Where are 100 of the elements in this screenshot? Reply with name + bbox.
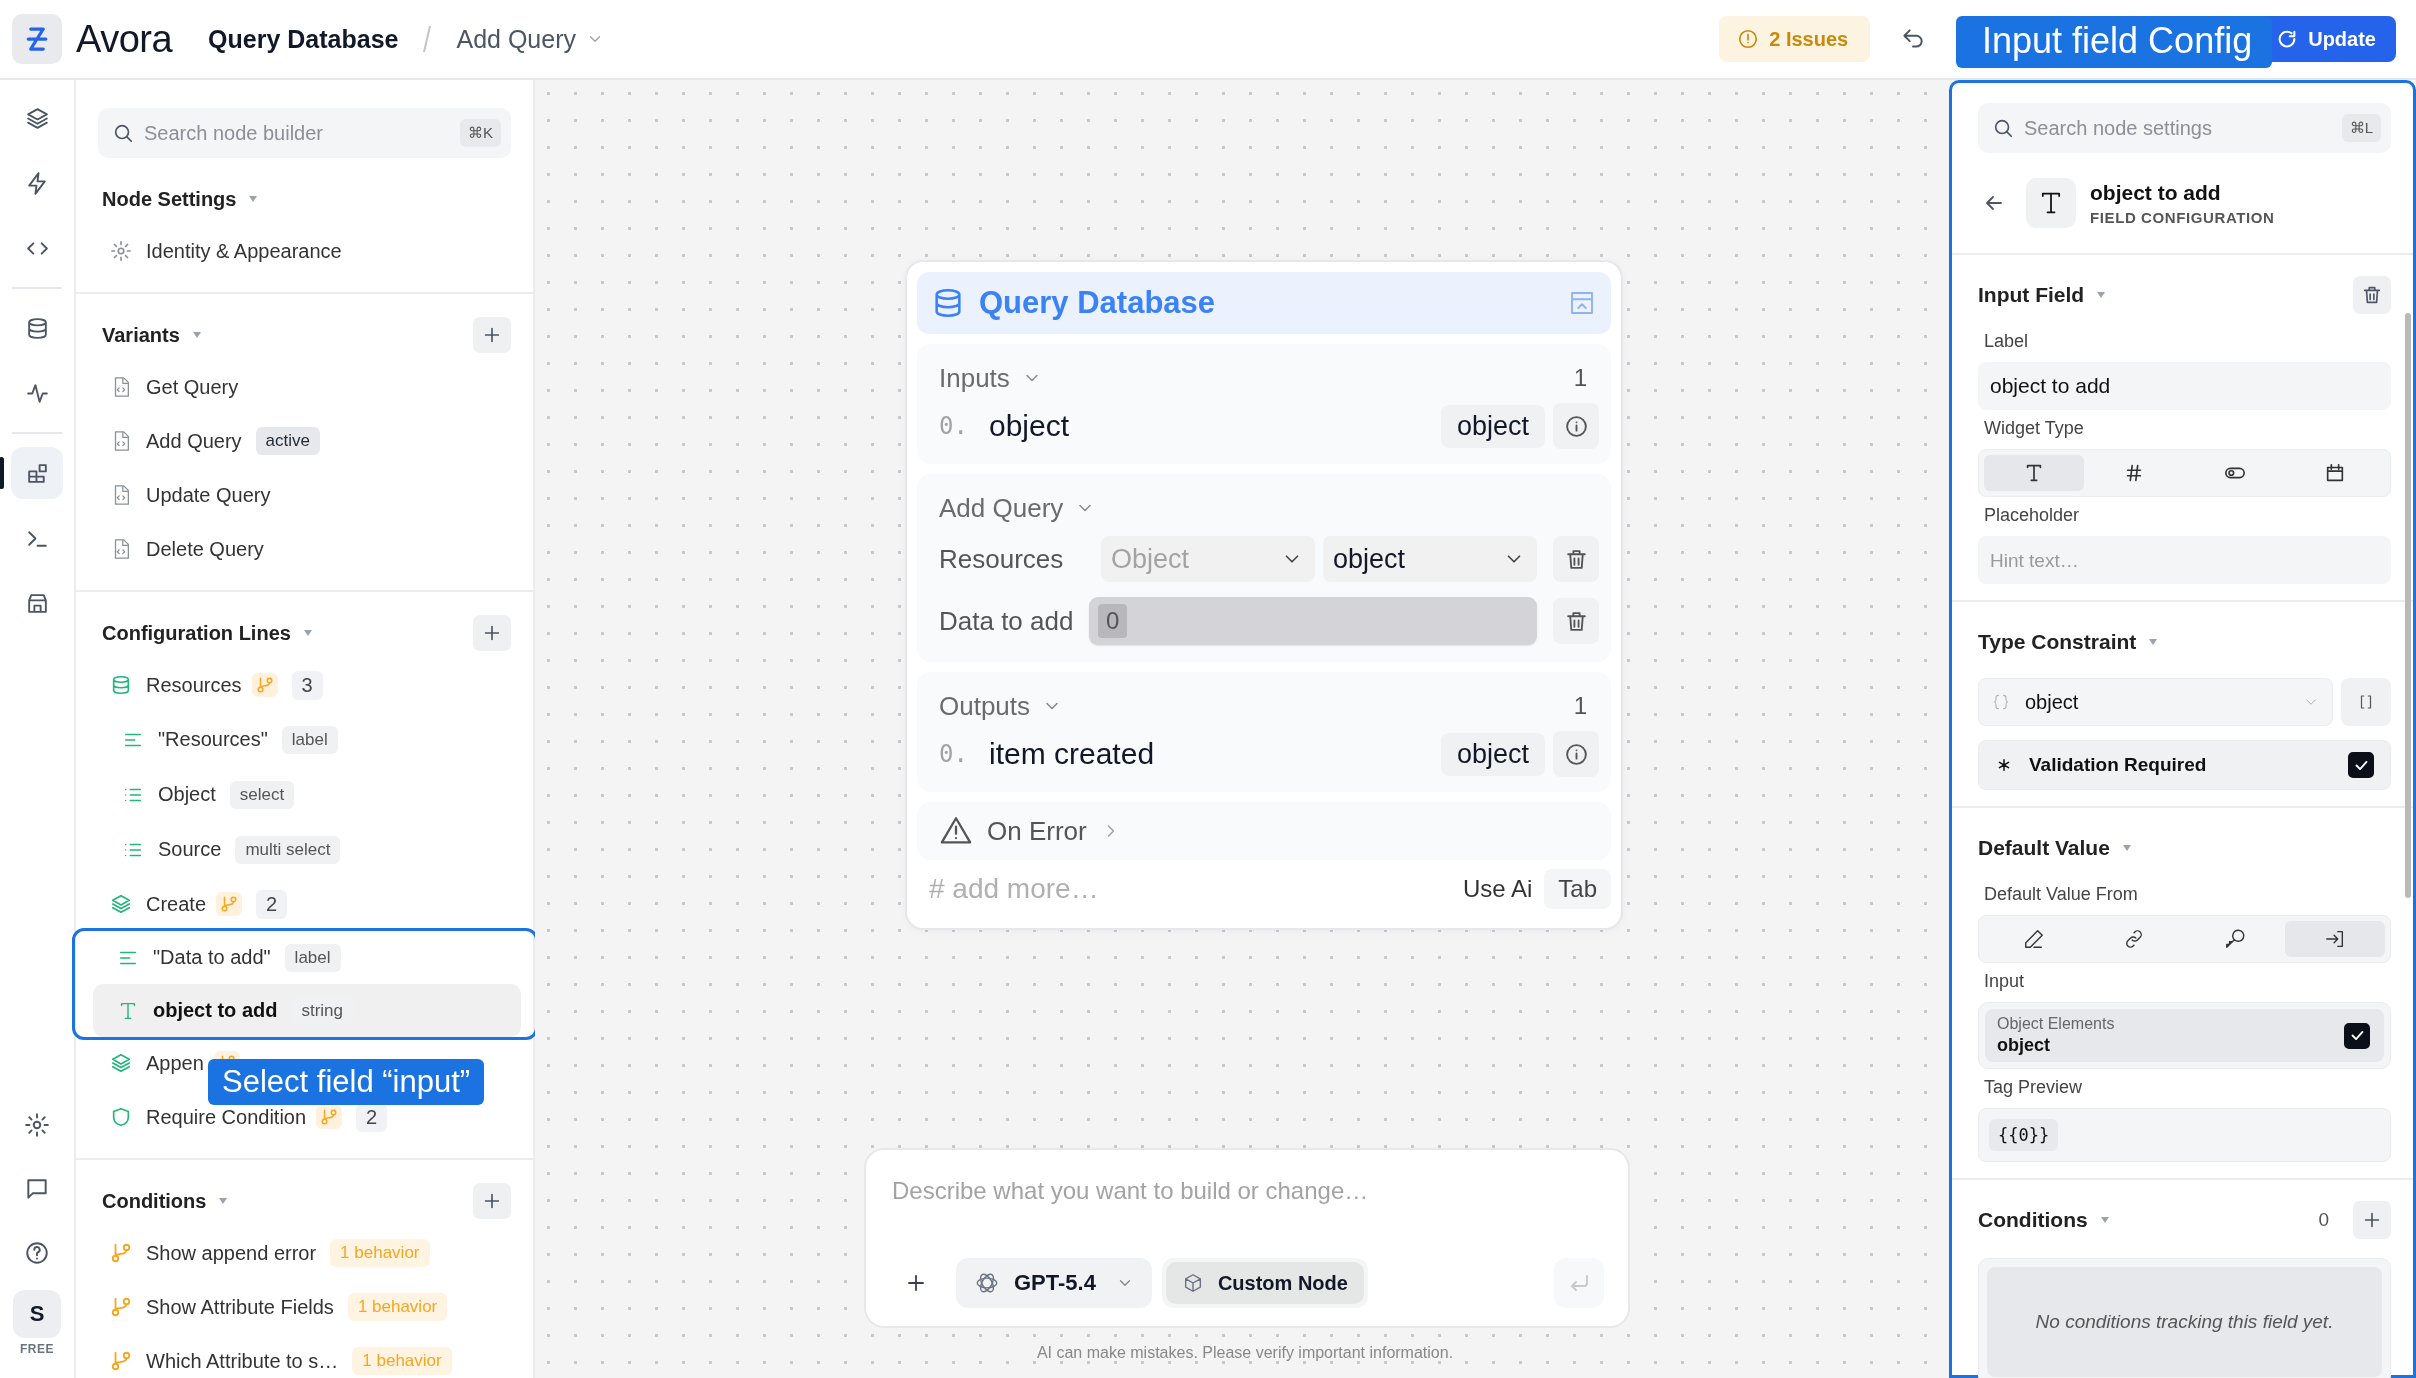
field-item[interactable]: "Data to add" bbox=[153, 946, 271, 969]
behavior-tag: 1 behavior bbox=[330, 1239, 430, 1267]
option-label: Validation Required bbox=[2029, 754, 2207, 776]
plan-label: FREE bbox=[20, 1342, 54, 1356]
settings-icon[interactable] bbox=[24, 1112, 50, 1138]
section-title[interactable]: Conditions bbox=[102, 1189, 207, 1213]
avatar[interactable]: S bbox=[13, 1290, 61, 1338]
delete-button[interactable] bbox=[2353, 276, 2391, 314]
status-tag: active bbox=[255, 427, 321, 455]
callout-tooltip: Select field “input” bbox=[208, 1059, 485, 1105]
selected-row[interactable]: object to add string bbox=[93, 984, 521, 1037]
sidebar-item[interactable]: Identity & Appearance bbox=[146, 239, 342, 263]
tag-input[interactable]: 0 bbox=[1089, 597, 1537, 645]
caret-icon[interactable] bbox=[302, 629, 313, 637]
info-icon bbox=[1563, 413, 1589, 439]
caret-icon[interactable] bbox=[2148, 638, 2159, 646]
variant-item[interactable]: Get Query bbox=[146, 375, 239, 399]
field-label: Data to add bbox=[939, 605, 1075, 637]
caret-icon[interactable] bbox=[2099, 1216, 2110, 1224]
caret-icon[interactable] bbox=[218, 1197, 229, 1205]
section-title[interactable]: Variants bbox=[102, 323, 180, 347]
info-button[interactable] bbox=[1553, 403, 1599, 449]
shortcut-key: ⌘K bbox=[460, 119, 501, 147]
prompt-field[interactable]: Describe what you want to build or change… bbox=[890, 1176, 1608, 1206]
add-more-field[interactable]: # add more… bbox=[927, 872, 1451, 906]
section-title[interactable]: Outputs bbox=[939, 690, 1031, 722]
key-hint: Tab bbox=[1544, 869, 1611, 909]
input-option[interactable]: Object Elements object bbox=[1985, 1009, 2384, 1062]
arrow-in-icon bbox=[2323, 928, 2346, 950]
add-button[interactable] bbox=[473, 317, 511, 353]
code-tag: {{0}} bbox=[1989, 1119, 2059, 1151]
section-title[interactable]: Input Field bbox=[1978, 283, 2085, 307]
behavior-tag: 1 behavior bbox=[347, 1293, 448, 1321]
callout-tooltip: Input field Config bbox=[1956, 16, 2273, 68]
caret-icon[interactable] bbox=[2096, 291, 2107, 299]
checkbox[interactable] bbox=[2348, 752, 2374, 778]
panel-title: object to add bbox=[2090, 180, 2222, 205]
type-tag: label bbox=[281, 725, 338, 754]
field-label: Default Value From bbox=[1984, 884, 2139, 905]
type-tag: multi select bbox=[235, 835, 341, 864]
model-dropdown[interactable]: GPT-5.4 bbox=[956, 1258, 1152, 1308]
section-title[interactable]: Node Settings bbox=[102, 187, 237, 211]
search-icon bbox=[112, 122, 134, 144]
checkbox[interactable] bbox=[2344, 1022, 2370, 1049]
caret-icon[interactable] bbox=[191, 331, 202, 339]
variant-item[interactable]: Delete Query bbox=[146, 537, 264, 561]
node-title: Query Database bbox=[979, 285, 1216, 321]
section-title[interactable]: Add Query bbox=[939, 492, 1064, 524]
field-item[interactable]: object to add bbox=[153, 999, 278, 1022]
field-item[interactable]: Source bbox=[158, 838, 222, 861]
port-index: 0. bbox=[939, 412, 969, 440]
config-group[interactable]: Appen bbox=[146, 1051, 204, 1075]
label-field[interactable]: object to add bbox=[1978, 362, 2391, 410]
select-field[interactable]: object bbox=[1323, 536, 1537, 582]
section-title[interactable]: Type Constraint bbox=[1978, 630, 2137, 654]
trash-icon bbox=[2361, 284, 2383, 306]
variant-item[interactable]: Add Query bbox=[146, 429, 242, 453]
help-icon[interactable] bbox=[24, 1240, 50, 1266]
info-icon bbox=[1563, 741, 1589, 767]
field-item[interactable]: Object bbox=[158, 783, 216, 806]
mode-button[interactable]: Custom Node bbox=[1165, 1262, 1364, 1304]
section-title[interactable]: Conditions bbox=[1978, 1208, 2088, 1232]
field-label: Placeholder bbox=[1984, 505, 2081, 526]
field-label: Tag Preview bbox=[1984, 1077, 2084, 1098]
condition-item[interactable]: Show append error bbox=[146, 1241, 317, 1265]
config-group[interactable]: Require Condition bbox=[146, 1105, 307, 1129]
section-title[interactable]: Inputs bbox=[939, 362, 1010, 394]
delete-button[interactable] bbox=[1553, 598, 1599, 644]
placeholder-field[interactable]: Hint text… bbox=[1978, 536, 2391, 584]
branch-icon bbox=[110, 1242, 132, 1264]
field-item[interactable]: "Resources" bbox=[158, 728, 268, 751]
config-group[interactable]: Resources bbox=[146, 673, 242, 697]
variant-item[interactable]: Update Query bbox=[146, 483, 271, 507]
config-group[interactable]: Create bbox=[146, 892, 207, 916]
delete-button[interactable] bbox=[1553, 536, 1599, 582]
branch-icon bbox=[110, 1296, 132, 1318]
add-button[interactable] bbox=[473, 615, 511, 651]
add-button[interactable] bbox=[473, 1183, 511, 1219]
gear-icon bbox=[110, 240, 132, 262]
breadcrumb-link[interactable]: Query Database bbox=[208, 24, 399, 54]
condition-item[interactable]: Show Attribute Fields bbox=[146, 1295, 334, 1319]
shield-icon bbox=[110, 1106, 132, 1128]
value-chip: 0 bbox=[1098, 604, 1128, 638]
scrollbar[interactable] bbox=[2405, 313, 2411, 898]
variant-dropdown[interactable]: Add Query bbox=[456, 24, 604, 54]
chat-icon[interactable] bbox=[24, 1176, 50, 1202]
info-button[interactable] bbox=[1553, 731, 1599, 777]
condition-item[interactable]: Which Attribute to s… bbox=[146, 1349, 339, 1373]
type-chip: object bbox=[1440, 404, 1545, 448]
caret-icon[interactable] bbox=[2121, 844, 2132, 852]
caret-icon[interactable] bbox=[248, 195, 259, 203]
add-button[interactable] bbox=[2353, 1201, 2391, 1239]
active-indicator bbox=[0, 457, 4, 489]
section-title[interactable]: Default Value bbox=[1978, 836, 2110, 860]
type-select[interactable]: object bbox=[1978, 678, 2333, 726]
knot-icon bbox=[974, 1270, 1000, 1296]
layers-icon[interactable] bbox=[24, 105, 50, 131]
section-title[interactable]: Configuration Lines bbox=[102, 621, 291, 645]
section-title[interactable]: On Error bbox=[987, 815, 1087, 847]
field-label: Resources bbox=[939, 543, 1065, 575]
